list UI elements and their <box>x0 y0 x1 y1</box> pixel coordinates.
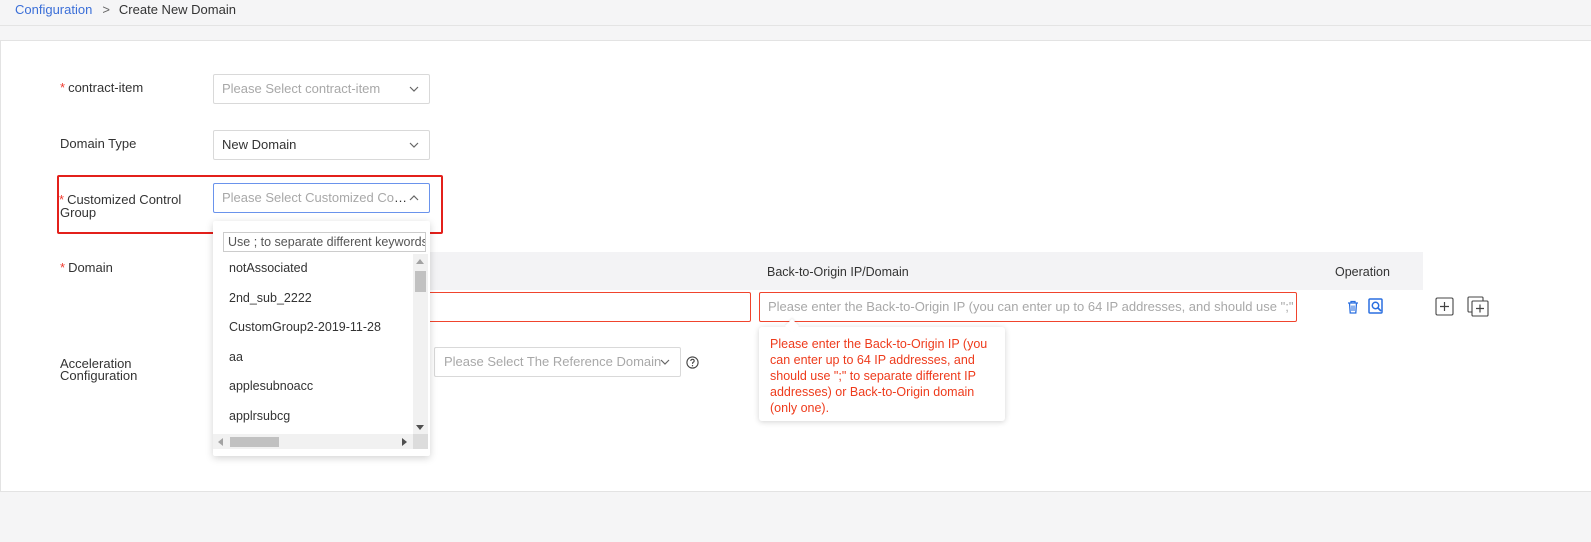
scroll-down-icon[interactable] <box>416 425 424 430</box>
control-group-dropdown: Use ; to separate different keywords not… <box>213 221 430 456</box>
copy-add-icon[interactable] <box>1467 296 1489 317</box>
domain-type-select[interactable]: New Domain <box>213 130 430 160</box>
chevron-down-icon <box>660 359 670 365</box>
chevron-up-icon <box>409 195 419 201</box>
scroll-left-icon[interactable] <box>218 438 223 446</box>
origin-table-header <box>430 252 1423 290</box>
scroll-right-icon[interactable] <box>402 438 407 446</box>
domain-label: * Domain <box>60 260 113 275</box>
control-group-label: * Customized Control Group <box>59 192 182 220</box>
domain-input[interactable] <box>380 292 751 322</box>
dropdown-option[interactable]: aa <box>213 343 413 373</box>
contract-item-label: * contract-item <box>60 80 144 95</box>
required-mark: * <box>60 260 66 275</box>
breadcrumb-current: Create New Domain <box>118 2 236 17</box>
dropdown-search-input[interactable]: Use ; to separate different keywords <box>223 232 426 252</box>
dropdown-option[interactable]: applrsubcg <box>213 402 413 432</box>
breadcrumb-link-configuration[interactable]: Configuration <box>15 2 92 17</box>
control-group-placeholder: Please Select Customized Con... <box>222 190 413 205</box>
reference-domain-placeholder: Please Select The Reference Domain <box>444 354 662 369</box>
chevron-down-icon <box>409 142 419 148</box>
chevron-down-icon <box>409 86 419 92</box>
vertical-scrollbar[interactable] <box>413 254 428 434</box>
acceleration-label: Acceleration Configuration <box>60 356 138 383</box>
column-header-origin: Back-to-Origin IP/Domain <box>767 265 909 279</box>
contract-item-select[interactable]: Please Select contract-item <box>213 74 430 104</box>
dropdown-option[interactable]: 2nd_sub_2222 <box>213 284 413 314</box>
scrollbar-corner <box>413 434 428 449</box>
breadcrumb-separator: > <box>102 2 110 17</box>
scroll-up-icon[interactable] <box>416 259 424 264</box>
header-divider <box>0 25 1591 26</box>
reference-domain-select[interactable]: Please Select The Reference Domain <box>434 347 681 377</box>
dropdown-option[interactable]: CustomGroup2-2019-11-28 <box>213 313 413 343</box>
vertical-scroll-thumb[interactable] <box>415 271 426 292</box>
breadcrumb: Configuration > Create New Domain <box>15 2 236 18</box>
origin-error-tooltip: Please enter the Back-to-Origin IP (you … <box>759 327 1005 421</box>
trash-icon[interactable] <box>1344 298 1362 316</box>
required-mark: * <box>60 80 66 95</box>
column-header-operation: Operation <box>1335 265 1390 279</box>
domain-type-label: Domain Type <box>60 136 137 151</box>
plus-square-icon[interactable] <box>1435 297 1454 316</box>
contract-item-placeholder: Please Select contract-item <box>222 81 381 96</box>
domain-type-value: New Domain <box>222 137 297 152</box>
dropdown-list: notAssociated 2nd_sub_2222 CustomGroup2-… <box>213 254 413 432</box>
question-circle-icon[interactable] <box>686 356 699 369</box>
origin-input-placeholder: Please enter the Back-to-Origin IP (you … <box>768 299 1297 314</box>
origin-input[interactable]: Please enter the Back-to-Origin IP (you … <box>759 292 1297 322</box>
dropdown-option[interactable]: applesubnoacc <box>213 372 413 402</box>
search-doc-icon[interactable] <box>1367 297 1385 315</box>
control-group-select[interactable]: Please Select Customized Con... <box>213 183 430 213</box>
horizontal-scrollbar[interactable] <box>213 434 413 449</box>
dropdown-option[interactable]: notAssociated <box>213 254 413 284</box>
horizontal-scroll-thumb[interactable] <box>230 437 279 447</box>
